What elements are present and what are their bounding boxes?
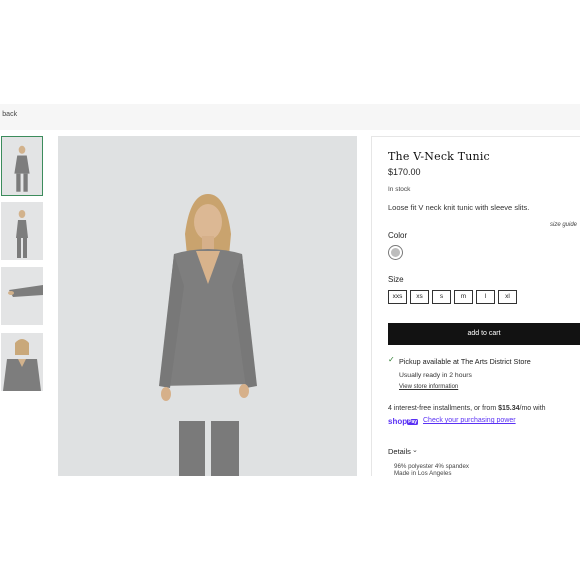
thumbnail-3[interactable] <box>1 267 43 325</box>
check-icon: ✓ <box>388 355 395 364</box>
product-main-image[interactable] <box>58 136 357 476</box>
thumbnail-4-image <box>1 333 43 391</box>
shop-pay-logo-pay: Pay <box>407 419 419 425</box>
pickup-availability: Pickup available at The Arts District St… <box>399 357 531 366</box>
installments-prefix: 4 interest-free installments, or from <box>388 405 499 412</box>
color-label: Color <box>388 231 408 240</box>
size-button-xs[interactable]: xs <box>410 290 429 304</box>
size-button-m[interactable]: m <box>454 290 473 304</box>
thumbnail-2[interactable] <box>1 202 43 260</box>
view-store-info-link[interactable]: View store information <box>399 384 458 390</box>
thumbnail-1-image <box>2 137 42 195</box>
installments-amount: $15.34 <box>498 405 520 412</box>
shop-pay-logo: shopPay <box>388 417 420 426</box>
size-label: Size <box>388 275 404 284</box>
details-fabric: 96% polyester 4% spandex <box>394 463 469 470</box>
stock-status: In stock <box>388 186 411 193</box>
shop-pay-logo-shop: shop <box>388 417 408 426</box>
thumbnail-3-image <box>1 267 43 325</box>
thumbnail-2-image <box>1 202 43 260</box>
back-bar <box>0 104 580 130</box>
product-title: The V-Neck Tunic <box>388 150 490 163</box>
product-description: Loose fit V neck knit tunic with sleeve … <box>388 203 530 212</box>
model-figure <box>58 136 357 476</box>
size-button-xxs[interactable]: xxs <box>388 290 407 304</box>
details-accordion-toggle[interactable]: Details <box>388 447 411 456</box>
chevron-down-icon[interactable]: ⌄ <box>412 446 418 454</box>
installments-text: 4 interest-free installments, or from $1… <box>388 405 546 412</box>
thumbnail-4[interactable] <box>1 333 43 391</box>
pickup-store-name: The Arts District Store <box>460 357 531 366</box>
pickup-prefix: Pickup available at <box>399 357 461 366</box>
check-purchasing-power-link[interactable]: Check your purchasing power <box>423 417 516 424</box>
size-button-s[interactable]: s <box>432 290 451 304</box>
size-button-xl[interactable]: xl <box>498 290 517 304</box>
back-link-label: back <box>2 111 18 118</box>
size-guide-link[interactable]: size guide <box>550 222 577 228</box>
installments-suffix: /mo with <box>519 405 546 412</box>
thumbnail-1[interactable] <box>1 136 43 196</box>
back-link[interactable]: ‹ back <box>0 111 17 118</box>
size-button-l[interactable]: l <box>476 290 495 304</box>
add-to-cart-button[interactable]: add to cart <box>388 323 580 345</box>
pickup-ready-time: Usually ready in 2 hours <box>399 372 472 379</box>
details-made-in: Made in Los Angeles <box>394 470 452 477</box>
color-swatch-grey[interactable] <box>388 245 403 260</box>
product-price: $170.00 <box>388 167 421 177</box>
